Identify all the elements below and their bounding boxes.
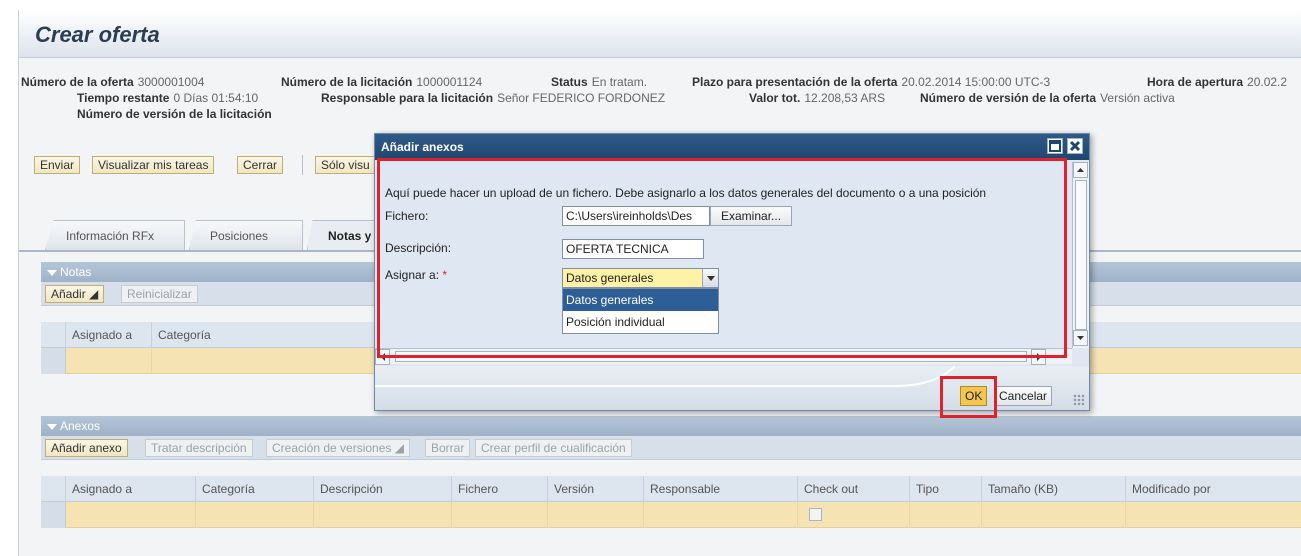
header-field-tiempo-restante: Tiempo restante 0 Días 01:54:10 <box>77 91 259 105</box>
anadir-anexo-button[interactable]: Añadir anexo <box>45 439 128 457</box>
check-out-checkbox[interactable] <box>809 508 822 521</box>
vertical-scrollbar[interactable] <box>1072 162 1089 348</box>
header-field-valor-total: Valor tot. 12.208,53 ARS <box>749 91 886 105</box>
anexos-section-header[interactable]: Anexos <box>41 416 1301 436</box>
tratar-descripcion-button[interactable]: Tratar descripción <box>145 439 253 457</box>
reinicializar-button[interactable]: Reinicializar <box>121 285 198 303</box>
dialog-title-bar[interactable]: Añadir anexos <box>375 134 1089 160</box>
table-cell <box>195 502 196 528</box>
dialog-title: Añadir anexos <box>381 140 464 154</box>
asignar-label: Asignar a: * <box>385 268 447 282</box>
tab-posiciones[interactable]: Posiciones <box>189 220 303 250</box>
cerrar-button[interactable]: Cerrar <box>237 156 284 174</box>
option-posicion-individual[interactable]: Posición individual <box>563 311 718 333</box>
collapse-triangle-icon <box>47 269 57 276</box>
column-header-tamano[interactable]: Tamaño (KB) <box>981 476 1125 502</box>
table-cell <box>547 502 548 528</box>
fichero-label: Fichero: <box>385 209 429 223</box>
header-field-responsable: Responsable para la licitación Señor FEDE… <box>321 91 666 105</box>
dialog-intro-text: Aquí puede hacer un upload de un fichero… <box>385 186 987 200</box>
scrollbar-thumb[interactable] <box>1075 180 1087 330</box>
enviar-button[interactable]: Enviar <box>34 156 81 174</box>
maximize-icon[interactable] <box>1047 138 1063 154</box>
header-field-plazo: Plazo para presentación de la oferta 20.0… <box>692 75 1051 89</box>
crear-perfil-button[interactable]: Crear perfil de cualificación <box>475 439 632 457</box>
header-field-hora-apertura: Hora de apertura 20.02.2 <box>1147 75 1288 89</box>
column-header-responsable[interactable]: Responsable <box>643 476 797 502</box>
examinar-button[interactable]: Examinar... <box>710 206 793 226</box>
visualizar-mis-tareas-button[interactable]: Visualizar mis tareas <box>92 156 215 174</box>
borrar-button[interactable]: Borrar <box>425 439 471 457</box>
tab-informacion-rfx[interactable]: Información RFx <box>45 220 185 250</box>
scroll-down-icon[interactable] <box>1073 330 1088 346</box>
notas-title: Notas <box>60 265 92 279</box>
dialog-footer: OK Cancelar <box>375 366 1089 410</box>
page-title-bar: Crear oferta <box>19 10 1301 58</box>
toolbar-separator <box>302 155 303 175</box>
header-info: Número de la oferta 3000001004 Número de … <box>19 65 1301 135</box>
row-selector[interactable] <box>41 348 66 374</box>
column-header-tipo[interactable]: Tipo <box>909 476 981 502</box>
dropdown-triangle-icon: ◢ <box>89 287 99 301</box>
table-cell <box>797 502 798 528</box>
cancelar-button[interactable]: Cancelar <box>994 386 1053 406</box>
column-header-descripcion[interactable]: Descripción <box>313 476 451 502</box>
scroll-right-icon[interactable] <box>1031 349 1046 365</box>
descripcion-label: Descripción: <box>385 241 452 255</box>
anexos-toolbar: Añadir anexo Tratar descripción Creación… <box>41 436 1301 460</box>
header-field-version-licitacion: Número de versión de la licitación <box>77 107 272 121</box>
anexos-grid-header: Asignado a Categoría Descripción Fichero… <box>41 476 1301 502</box>
table-cell <box>313 502 314 528</box>
solo-visualizar-button[interactable]: Sólo visu <box>315 156 376 174</box>
table-cell <box>643 502 644 528</box>
asignar-dropdown-list: Datos generales Posición individual <box>562 288 719 334</box>
table-cell <box>909 502 910 528</box>
descripcion-input[interactable]: OFERTA TECNICA <box>562 239 704 259</box>
fichero-input[interactable]: C:\Users\ireinholds\Des <box>562 206 710 226</box>
anadir-menu-button[interactable]: Añadir ◢ <box>45 285 105 303</box>
anexos-table-row[interactable] <box>41 502 1301 528</box>
column-header-asignado[interactable]: Asignado a <box>65 476 195 502</box>
header-field-version-oferta: Número de versión de la oferta Versión ac… <box>920 91 1175 105</box>
required-mark: * <box>442 268 448 282</box>
column-header-modificado-por[interactable]: Modificado por <box>1125 476 1301 502</box>
scroll-up-icon[interactable] <box>1073 162 1088 178</box>
column-header-version[interactable]: Versión <box>547 476 643 502</box>
column-header-categoria[interactable]: Categoría <box>195 476 313 502</box>
chevron-down-icon[interactable] <box>702 269 718 287</box>
option-datos-generales[interactable]: Datos generales <box>563 289 718 311</box>
column-header-fichero[interactable]: Fichero <box>451 476 547 502</box>
column-header-categoria[interactable]: Categoría <box>151 322 391 348</box>
header-field-numero-oferta: Número de la oferta 3000001004 <box>21 75 205 89</box>
page-title: Crear oferta <box>35 22 160 47</box>
table-cell <box>981 502 982 528</box>
collapse-triangle-icon <box>47 423 57 430</box>
scrollbar-thumb[interactable] <box>395 351 1027 362</box>
dialog-body: Aquí puede hacer un upload de un fichero… <box>381 166 1066 348</box>
anadir-label: Añadir <box>51 287 86 301</box>
asignar-label-text: Asignar a: <box>385 268 440 282</box>
footer-curve-decoration <box>375 366 955 387</box>
scroll-left-icon[interactable] <box>375 349 390 365</box>
table-cell <box>1125 502 1126 528</box>
header-field-numero-licitacion: Número de la licitación 1000001124 <box>281 75 483 89</box>
row-selector[interactable] <box>41 502 66 528</box>
asignar-select[interactable]: Datos generales <box>562 268 719 288</box>
asignar-selected-value: Datos generales <box>566 271 654 285</box>
dropdown-triangle-icon: ◢ <box>394 441 404 455</box>
close-icon[interactable] <box>1067 138 1083 154</box>
header-field-status: Status En tratam. <box>551 75 648 89</box>
column-header-check-out[interactable]: Check out <box>797 476 909 502</box>
creacion-versiones-button[interactable]: Creación de versiones ◢ <box>266 439 410 457</box>
creacion-versiones-label: Creación de versiones <box>272 441 392 455</box>
anadir-anexos-dialog: Añadir anexos Aquí puede hacer un upload… <box>374 133 1090 411</box>
anexos-title: Anexos <box>60 419 101 433</box>
table-cell <box>151 348 152 374</box>
horizontal-scrollbar[interactable] <box>375 348 1072 365</box>
ok-button[interactable]: OK <box>960 386 988 406</box>
column-header-asignado[interactable]: Asignado a <box>65 322 151 348</box>
resize-grip-icon[interactable] <box>1073 394 1085 406</box>
table-cell <box>451 502 452 528</box>
